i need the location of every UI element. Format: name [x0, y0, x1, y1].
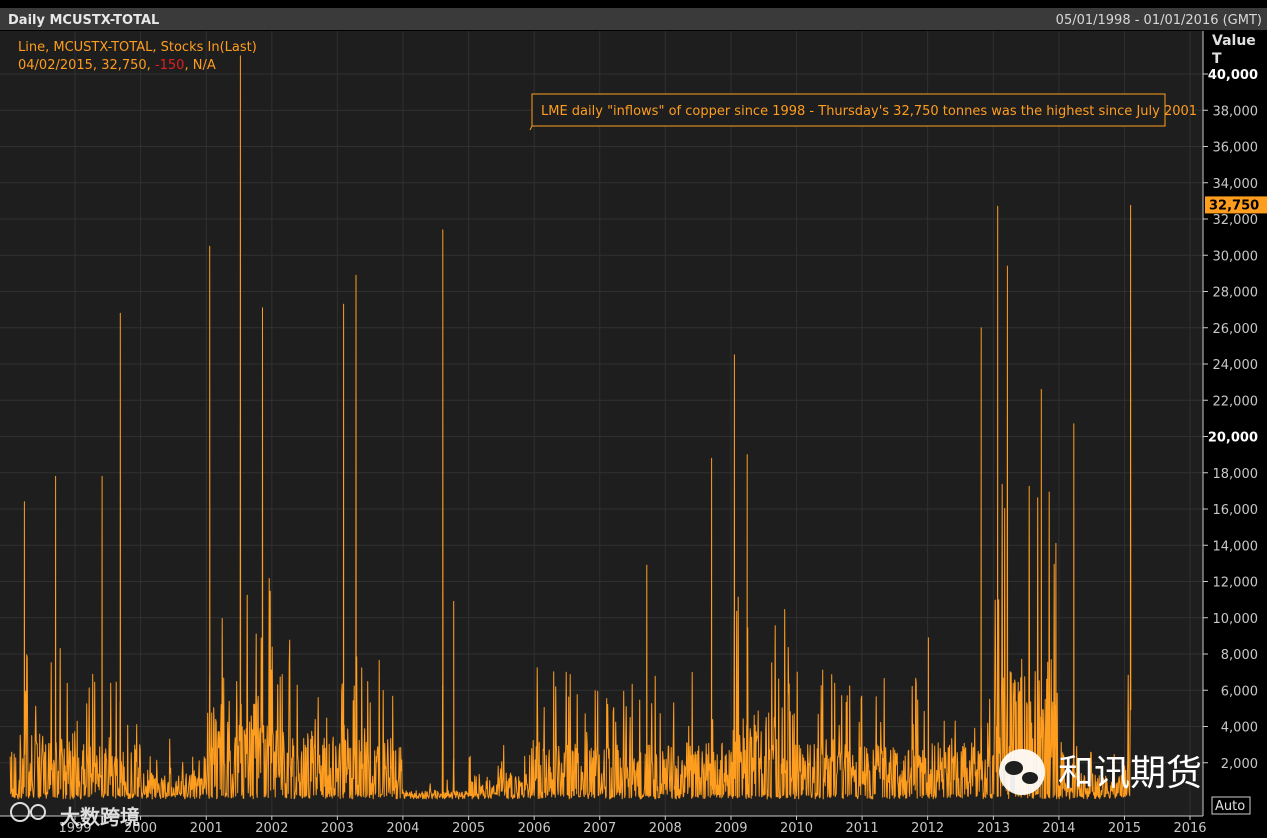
- y-tick-label: 38,000: [1213, 104, 1259, 119]
- y-tick-label: 36,000: [1213, 141, 1259, 156]
- wechat-bubble-icon-2: [1022, 772, 1038, 784]
- y-tick-label: 24,000: [1213, 358, 1259, 373]
- plot-area: [0, 31, 1203, 816]
- y-tick-label: 20,000: [1208, 431, 1258, 446]
- last-value-tag-text: 32,750: [1209, 198, 1259, 213]
- x-tick-label: 2007: [583, 821, 616, 836]
- y-axis-unit: T: [1212, 51, 1222, 67]
- legend-last-value-prefix: 04/02/2015, 32,750,: [18, 58, 155, 73]
- auto-scale-button-label: Auto: [1215, 799, 1245, 814]
- top-border: [0, 0, 1267, 8]
- y-tick-label: 14,000: [1213, 539, 1259, 554]
- x-tick-label: 2001: [190, 821, 223, 836]
- y-tick-label: 8,000: [1221, 648, 1258, 663]
- x-tick-label: 2014: [1042, 821, 1075, 836]
- y-tick-label: 28,000: [1213, 286, 1259, 301]
- legend-series-label: Line, MCUSTX-TOTAL, Stocks In(Last): [18, 40, 257, 55]
- legend-change-value: -150: [155, 58, 185, 73]
- x-tick-label: 2012: [911, 821, 944, 836]
- y-tick-label: 22,000: [1213, 394, 1259, 409]
- chart: Daily MCUSTX-TOTAL 05/01/1998 - 01/01/20…: [0, 0, 1267, 838]
- watermark-text-left: 大数跨境: [60, 805, 140, 829]
- y-tick-label: 10,000: [1213, 612, 1259, 627]
- wechat-bubble-icon: [1005, 761, 1023, 775]
- y-tick-label: 12,000: [1213, 576, 1259, 591]
- x-tick-label: 2008: [649, 821, 682, 836]
- x-tick-label: 2013: [977, 821, 1010, 836]
- wechat-logo-icon: [999, 749, 1045, 795]
- y-axis-title: Value: [1212, 33, 1256, 49]
- y-tick-label: 2,000: [1221, 757, 1258, 772]
- watermark-text-right: 和讯期货: [1058, 753, 1202, 794]
- y-tick-label: 4,000: [1221, 721, 1258, 736]
- x-tick-label: 2010: [780, 821, 813, 836]
- x-tick-label: 2016: [1173, 821, 1206, 836]
- legend-last-value: 04/02/2015, 32,750, -150, N/A: [18, 58, 216, 73]
- x-tick-label: 2015: [1108, 821, 1141, 836]
- y-tick-label: 34,000: [1213, 177, 1259, 192]
- x-tick-label: 2011: [846, 821, 879, 836]
- y-tick-label: 6,000: [1221, 684, 1258, 699]
- chart-title: Daily MCUSTX-TOTAL: [8, 13, 159, 28]
- x-tick-label: 2004: [386, 821, 419, 836]
- x-tick-label: 2006: [518, 821, 551, 836]
- y-tick-label: 16,000: [1213, 503, 1259, 518]
- x-tick-label: 2002: [255, 821, 288, 836]
- y-tick-label: 32,000: [1213, 213, 1259, 228]
- watermark-bottom-right: 和讯期货: [999, 749, 1202, 795]
- y-tick-label: 40,000: [1208, 68, 1258, 83]
- x-tick-label: 2009: [714, 821, 747, 836]
- y-tick-label: 30,000: [1213, 249, 1259, 264]
- legend-last-value-suffix: , N/A: [184, 58, 215, 73]
- annotation-text: LME daily "inflows" of copper since 1998…: [541, 104, 1197, 119]
- y-tick-label: 26,000: [1213, 322, 1259, 337]
- date-range: 05/01/1998 - 01/01/2016 (GMT): [1056, 13, 1262, 28]
- x-tick-label: 2005: [452, 821, 485, 836]
- y-tick-label: 18,000: [1213, 467, 1259, 482]
- x-tick-label: 2003: [321, 821, 354, 836]
